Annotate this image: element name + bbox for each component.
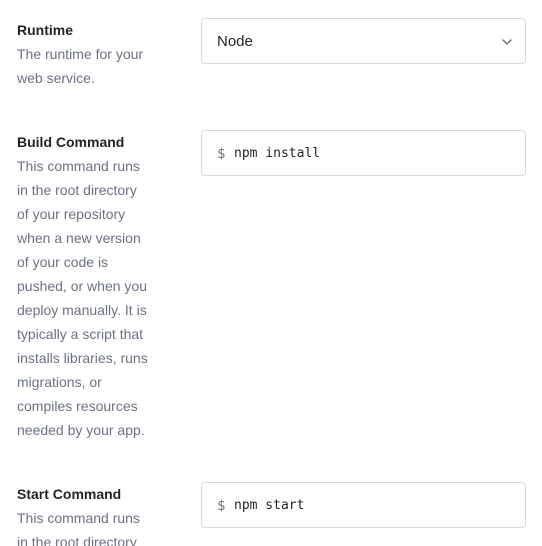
build-command-title: Build Command xyxy=(17,134,125,150)
runtime-selected-value: Node xyxy=(217,33,253,50)
build-command-input[interactable]: $ npm install xyxy=(201,130,526,176)
chevron-down-icon xyxy=(502,39,512,45)
build-command-prompt: $ xyxy=(217,146,226,162)
start-command-label-group: Start Command This command runs in the r… xyxy=(17,482,167,546)
runtime-title: Runtime xyxy=(17,22,73,38)
start-command-input[interactable]: $ npm start xyxy=(201,482,526,528)
build-command-description: This command runs in the root directory … xyxy=(17,158,148,438)
runtime-select[interactable]: Node xyxy=(201,18,526,64)
runtime-label-group: Runtime The runtime for your web service… xyxy=(17,18,167,90)
start-command-description: This command runs in the root directory xyxy=(17,510,140,546)
start-command-title: Start Command xyxy=(17,486,122,502)
build-command-value: npm install xyxy=(234,146,321,161)
start-command-prompt: $ xyxy=(217,498,226,514)
start-command-value: npm start xyxy=(234,498,305,513)
runtime-description: The runtime for your web service. xyxy=(17,46,144,86)
build-command-label-group: Build Command This command runs in the r… xyxy=(17,130,167,442)
